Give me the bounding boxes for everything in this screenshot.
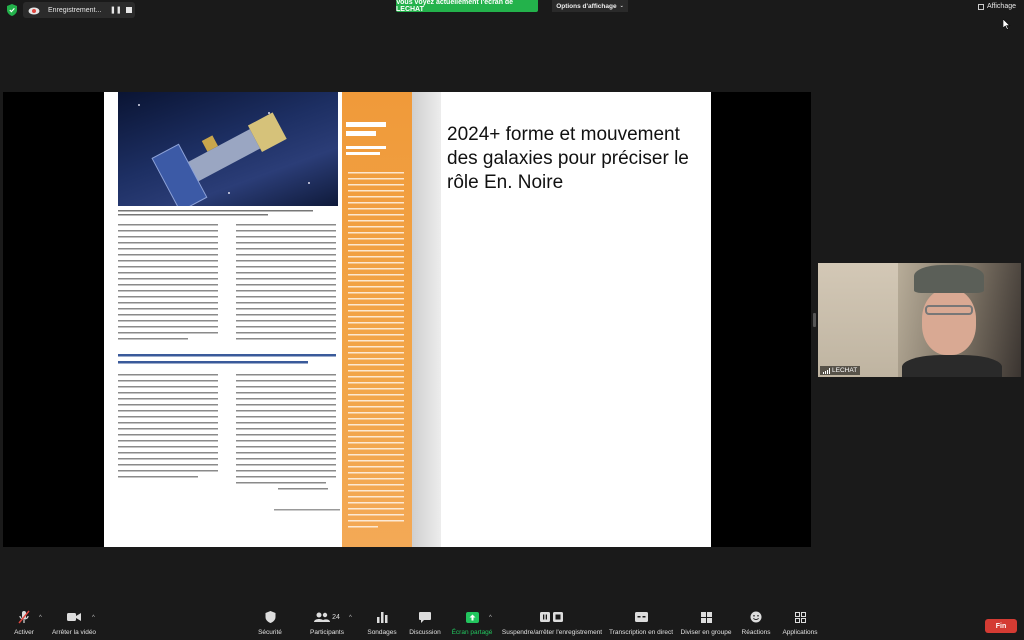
view-options-label: Options d'affichage — [556, 2, 617, 10]
participants-label: Participants — [310, 629, 344, 636]
view-options-button[interactable]: Options d'affichage ⌄ — [552, 0, 628, 12]
stop-video-label: Arrêter la vidéo — [51, 629, 97, 636]
chat-icon — [419, 611, 431, 623]
participants-icon — [314, 612, 331, 622]
view-button[interactable]: Affichage — [977, 3, 1016, 10]
article-subheading — [118, 354, 336, 364]
participants-button[interactable]: 24 Participants — [309, 608, 345, 640]
participant-name-tag: LECHAT — [820, 366, 861, 375]
participants-options-caret[interactable]: ^ — [349, 615, 352, 621]
participants-count: 24 — [332, 613, 340, 621]
sidebar-column — [342, 92, 412, 547]
apps-label: Applications — [782, 629, 818, 636]
signal-strength-icon — [823, 367, 830, 374]
share-screen-icon — [465, 611, 479, 623]
article-text-upper — [118, 224, 336, 340]
mute-button[interactable]: Activer — [12, 608, 36, 640]
pause-recording-label: Suspendre/arrêter l'enregistrement — [501, 629, 603, 636]
pause-stop-recording-icon — [540, 612, 563, 622]
reactions-icon — [750, 611, 762, 623]
page-gutter — [412, 92, 441, 547]
image-caption — [118, 210, 313, 216]
top-bar: Enregistrement... ❚❚ Vous voyez actuelle… — [0, 0, 1024, 20]
chat-button[interactable]: Discussion — [408, 608, 442, 640]
grid-view-icon — [977, 3, 984, 10]
recording-label: Enregistrement... — [48, 6, 102, 14]
breakout-rooms-icon — [700, 611, 712, 623]
chat-label: Discussion — [409, 629, 441, 636]
microphone-muted-icon — [18, 610, 30, 624]
presentation-slide: 2024+ forme et mouvement des galaxies po… — [441, 92, 711, 547]
video-options-caret[interactable]: ^ — [92, 615, 95, 621]
stop-recording-icon[interactable] — [126, 7, 132, 13]
live-transcript-button[interactable]: Transcription en direct — [609, 608, 673, 640]
end-meeting-button[interactable]: Fin — [985, 619, 1017, 633]
video-camera-icon — [67, 613, 81, 621]
participant-video[interactable]: LECHAT — [818, 263, 1021, 377]
screen-share-banner: Vous voyez actuellement l'écran de LECHA… — [396, 0, 538, 13]
page-footer — [274, 509, 340, 511]
polls-button[interactable]: Sondages — [367, 608, 397, 640]
apps-icon — [794, 611, 806, 623]
reactions-label: Réactions — [741, 629, 771, 636]
security-button[interactable]: Sécurité — [257, 608, 283, 640]
share-options-caret[interactable]: ^ — [489, 615, 492, 621]
slide-text: 2024+ forme et mouvement des galaxies po… — [447, 124, 689, 193]
video-background — [818, 263, 898, 377]
view-button-label: Affichage — [986, 3, 1016, 10]
closed-caption-icon — [634, 612, 648, 622]
mute-options-caret[interactable]: ^ — [39, 615, 42, 621]
magazine-page-image — [104, 92, 441, 547]
apps-button[interactable]: Applications — [780, 608, 820, 640]
recording-indicator[interactable]: Enregistrement... ❚❚ — [23, 2, 135, 18]
reactions-button[interactable]: Réactions — [740, 608, 772, 640]
mouse-cursor-icon — [1003, 19, 1011, 30]
breakout-rooms-button[interactable]: Diviser en groupe — [681, 608, 731, 640]
security-shield-icon — [265, 611, 275, 623]
space-telescope-illustration — [118, 92, 338, 206]
share-screen-button[interactable]: Écran partagé — [452, 608, 492, 640]
polls-label: Sondages — [367, 629, 397, 636]
article-text-lower — [118, 374, 336, 490]
pause-recording-icon[interactable]: ❚❚ — [110, 6, 122, 14]
pause-recording-button[interactable]: Suspendre/arrêter l'enregistrement — [502, 608, 602, 640]
stop-video-button[interactable]: Arrêter la vidéo — [52, 608, 96, 640]
polls-icon — [376, 611, 387, 623]
mute-label: Activer — [14, 629, 34, 636]
meeting-toolbar: Activer ^ Arrêter la vidéo ^ Sécurité 24… — [0, 608, 1024, 640]
sidebar-text — [348, 172, 404, 528]
breakout-rooms-label: Diviser en groupe — [680, 629, 732, 636]
share-screen-label: Écran partagé — [451, 629, 493, 636]
security-label: Sécurité — [258, 629, 282, 636]
cloud-record-icon — [28, 7, 40, 15]
live-transcript-label: Transcription en direct — [608, 629, 674, 636]
shield-icon[interactable] — [7, 4, 17, 16]
video-person-face — [922, 289, 976, 355]
video-person-glasses — [925, 305, 973, 315]
chevron-down-icon: ⌄ — [619, 3, 624, 9]
participant-name: LECHAT — [832, 367, 858, 374]
panel-resize-handle[interactable] — [813, 313, 816, 327]
video-person-hat — [914, 265, 984, 293]
video-person-shirt — [902, 355, 1002, 377]
